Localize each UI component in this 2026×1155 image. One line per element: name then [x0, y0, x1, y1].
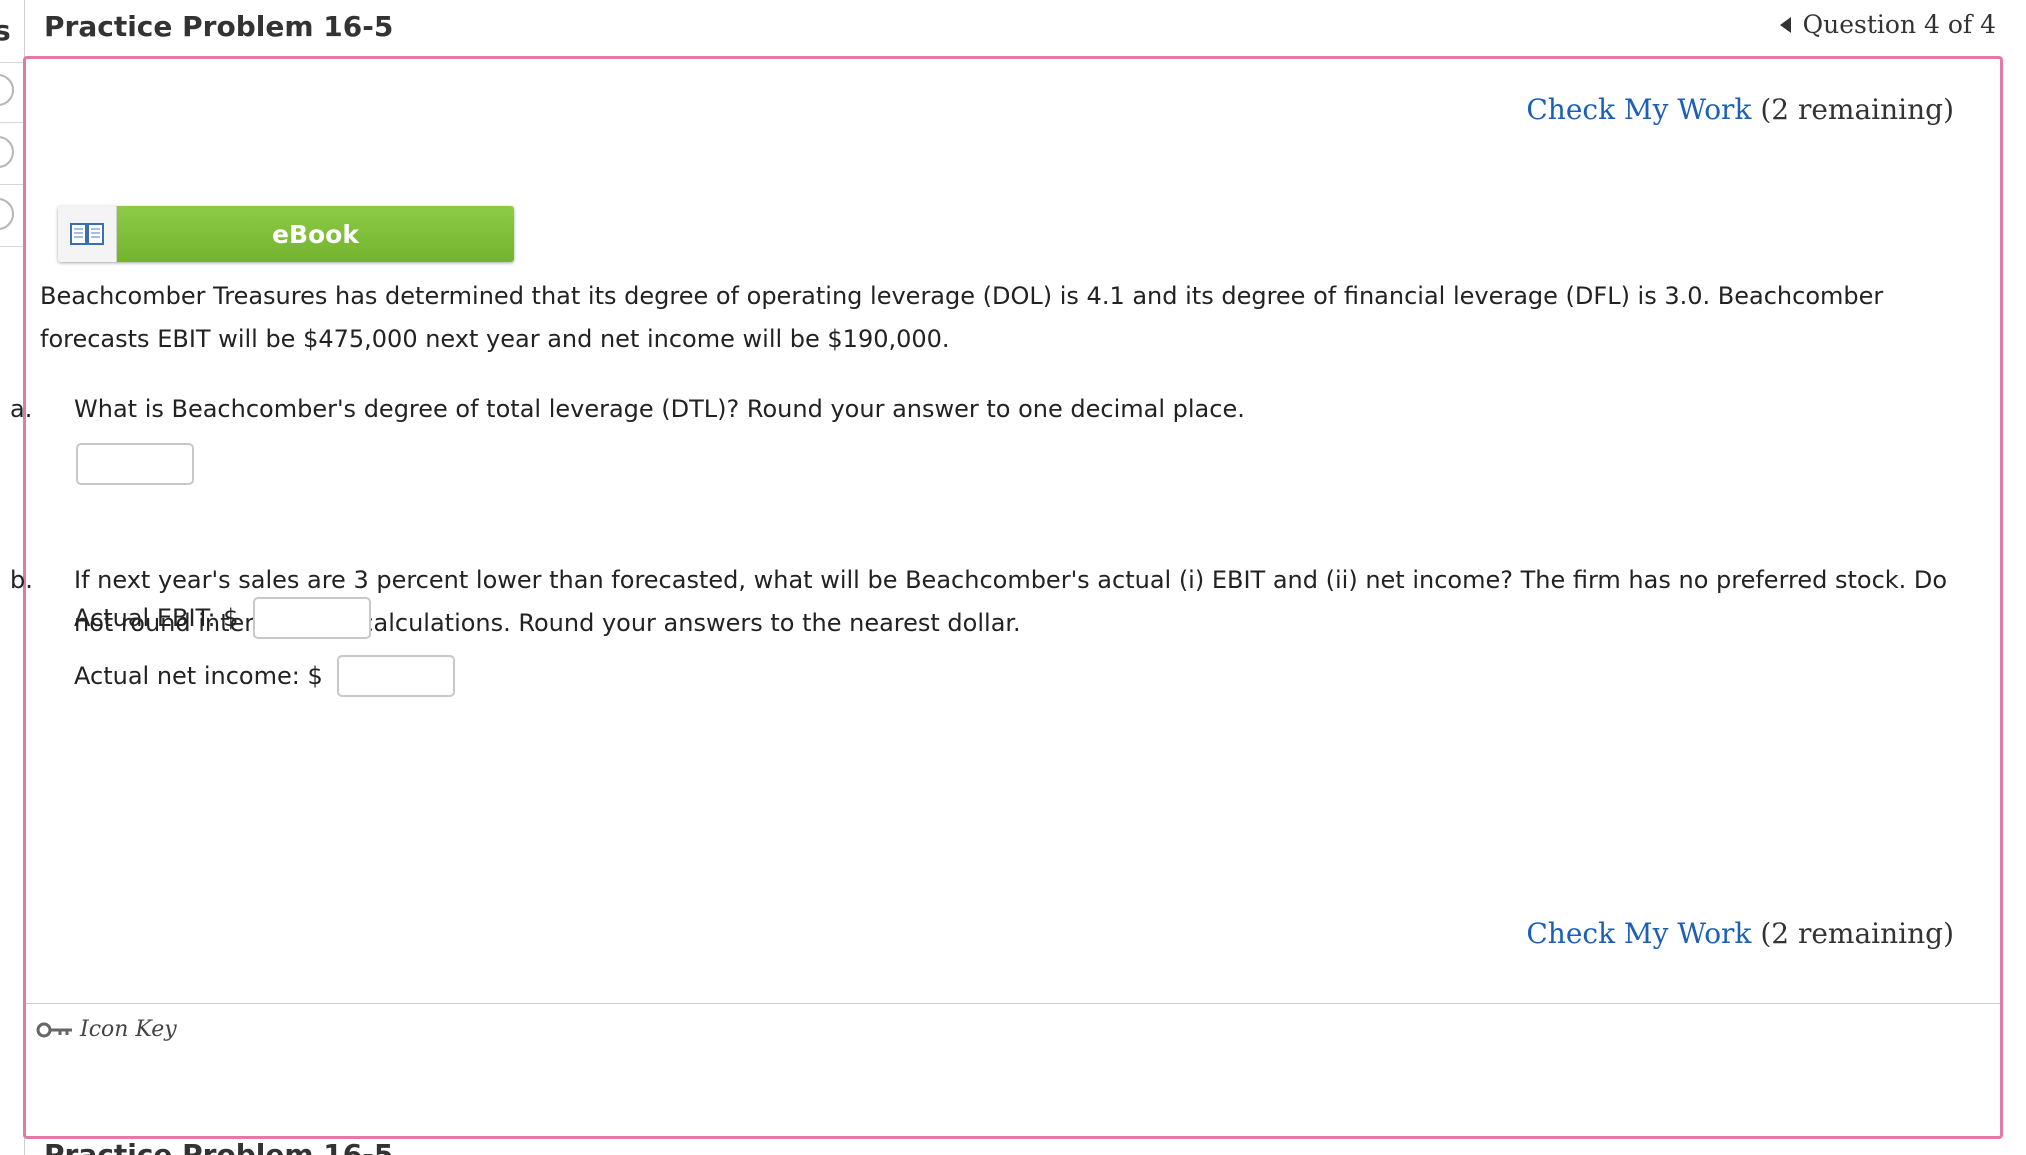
check-remaining-text: (2 remaining)	[1760, 93, 1954, 126]
book-icon	[58, 206, 117, 262]
part-a-question: What is Beachcomber's degree of total le…	[74, 395, 1245, 423]
actual-ebit-row: Actual EBIT: $	[74, 597, 371, 639]
sidebar-cut-text: s	[0, 14, 11, 47]
check-my-work-bottom: Check My Work (2 remaining)	[1526, 917, 1954, 950]
question-status-circle[interactable]	[0, 74, 14, 106]
question-counter: Question 4 of 4	[1802, 10, 1996, 39]
ebook-label: eBook	[117, 206, 514, 262]
problem-statement: Beachcomber Treasures has determined tha…	[40, 282, 1884, 353]
actual-ebit-label: Actual EBIT: $	[74, 604, 239, 632]
sidebar-divider	[0, 62, 24, 63]
check-my-work-link[interactable]: Check My Work	[1526, 93, 1751, 126]
page-title: Practice Problem 16-5	[44, 10, 394, 43]
check-my-work-link[interactable]: Check My Work	[1526, 917, 1751, 950]
icon-key-label: Icon Key	[80, 1017, 177, 1042]
question-frame: Check My Work (2 remaining) eBook Beachc…	[10, 56, 2003, 1139]
icon-key-link[interactable]: Icon Key	[36, 1017, 177, 1042]
dtl-answer-input[interactable]	[76, 443, 194, 485]
question-status-circle[interactable]	[0, 198, 14, 230]
actual-net-income-input[interactable]	[336, 655, 455, 697]
previous-arrow-icon[interactable]	[1779, 16, 1791, 33]
ebook-button[interactable]: eBook	[58, 206, 514, 262]
footer-divider	[26, 1003, 2000, 1004]
sidebar-divider	[0, 122, 24, 123]
question-status-circle[interactable]	[0, 136, 14, 168]
actual-ebit-input[interactable]	[252, 597, 371, 639]
question-navigator[interactable]: Question 4 of 4	[1779, 10, 1996, 39]
part-a-letter: a.	[10, 395, 33, 423]
check-my-work-top: Check My Work (2 remaining)	[1526, 93, 1954, 126]
part-b-letter: b.	[10, 566, 33, 594]
actual-net-income-label: Actual net income: $	[74, 662, 323, 690]
check-remaining-text: (2 remaining)	[1760, 917, 1954, 950]
part-a: a. What is Beachcomber's degree of total …	[10, 388, 1982, 431]
sidebar-divider	[0, 184, 24, 185]
sidebar-divider	[0, 246, 24, 247]
key-icon	[36, 1022, 72, 1037]
next-section-title: Practice Problem 16-5	[44, 1141, 393, 1155]
actual-net-income-row: Actual net income: $	[74, 655, 455, 697]
